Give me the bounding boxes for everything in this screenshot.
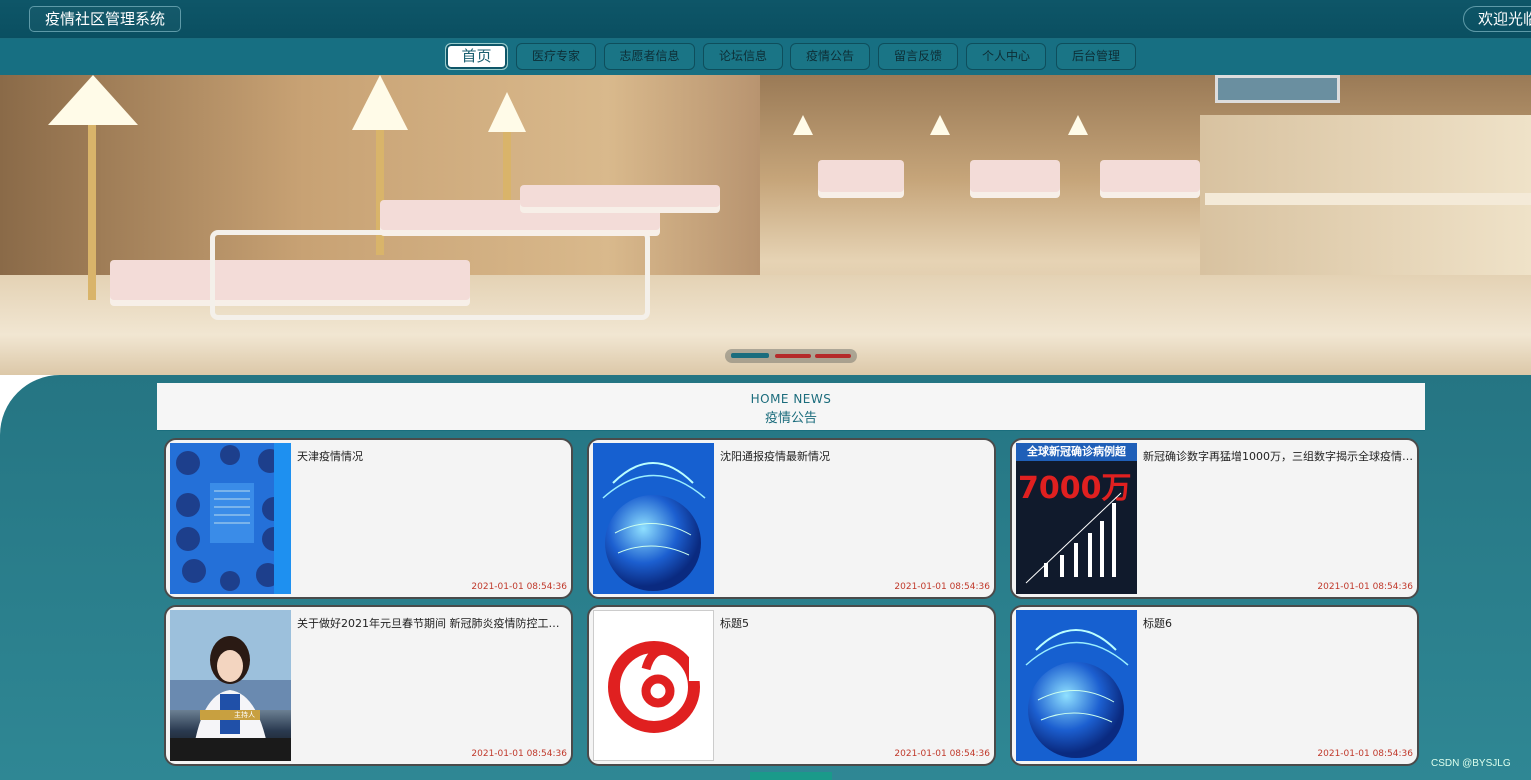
infographic-icon — [170, 443, 291, 594]
lamp-icon — [930, 115, 950, 135]
nav-item-feedback[interactable]: 留言反馈 — [878, 43, 958, 70]
news-thumbnail[interactable] — [593, 610, 714, 761]
top-bar: 疫情社区管理系统 欢迎光临 — [0, 0, 1531, 39]
lamp-icon — [352, 75, 408, 130]
news-time: 2021-01-01 08:54:36 — [1317, 582, 1413, 592]
carousel-dot-3[interactable] — [815, 354, 851, 358]
nav-item-personal-center[interactable]: 个人中心 — [966, 43, 1046, 70]
globe-icon — [1016, 610, 1137, 761]
news-title[interactable]: 标题6 — [1143, 615, 1415, 631]
news-card[interactable]: 标题5 2021-01-01 08:54:36 — [587, 605, 996, 766]
banner-tv-screen — [1215, 75, 1340, 103]
hero-banner[interactable] — [0, 75, 1531, 375]
bed — [970, 160, 1060, 192]
nav-item-announcements[interactable]: 疫情公告 — [790, 43, 870, 70]
bed — [818, 160, 904, 192]
lamp-icon — [1068, 115, 1088, 135]
news-time: 2021-01-01 08:54:36 — [471, 582, 567, 592]
bottom-tab[interactable] — [750, 772, 832, 780]
nav-item-medical-experts[interactable]: 医疗专家 — [516, 43, 596, 70]
section-title-cn: 疫情公告 — [764, 411, 817, 426]
carousel-indicator — [725, 349, 857, 363]
news-thumbnail[interactable] — [170, 443, 291, 594]
site-title[interactable]: 疫情社区管理系统 — [29, 6, 181, 32]
lamp-icon — [488, 92, 526, 132]
news-thumbnail[interactable] — [1016, 610, 1137, 761]
thumb-caption: 主持人 — [234, 711, 255, 719]
lamp-icon — [793, 115, 813, 135]
news-thumbnail[interactable] — [593, 443, 714, 594]
main-nav: 首页 医疗专家 志愿者信息 论坛信息 疫情公告 留言反馈 个人中心 后台管理 — [0, 39, 1531, 75]
news-title[interactable]: 关于做好2021年元旦春节期间 新冠肺炎疫情防控工作的… — [297, 615, 569, 631]
news-anchor-icon — [170, 610, 291, 761]
section-title-en: HOME NEWS — [750, 392, 832, 406]
nav-item-admin[interactable]: 后台管理 — [1056, 43, 1136, 70]
netease-music-logo-icon — [594, 611, 713, 760]
news-time: 2021-01-01 08:54:36 — [471, 749, 567, 759]
carousel-dot-2[interactable] — [775, 354, 811, 358]
news-thumbnail[interactable]: 全球新冠确诊病例超 7000万 — [1016, 443, 1137, 594]
carousel-dot-1[interactable] — [731, 353, 769, 358]
bed — [1100, 160, 1200, 192]
bed-rail — [210, 230, 650, 320]
watermark: CSDN @BYSJLG — [1431, 758, 1511, 769]
nav-item-forum[interactable]: 论坛信息 — [703, 43, 783, 70]
welcome-badge[interactable]: 欢迎光临 — [1463, 6, 1531, 32]
banner-handrail — [1205, 193, 1531, 205]
news-time: 2021-01-01 08:54:36 — [1317, 749, 1413, 759]
news-card[interactable]: 天津疫情情况 2021-01-01 08:54:36 — [164, 438, 573, 599]
news-time: 2021-01-01 08:54:36 — [894, 749, 990, 759]
news-title[interactable]: 新冠确诊数字再猛增1000万，三组数字揭示全球疫情现状 — [1143, 448, 1415, 464]
lamp-stand — [88, 125, 96, 300]
section-header: HOME NEWS 疫情公告 — [157, 383, 1425, 431]
nav-item-home[interactable]: 首页 — [445, 43, 508, 70]
news-thumbnail[interactable]: 主持人 — [170, 610, 291, 761]
lamp-icon — [48, 75, 138, 125]
globe-icon — [593, 443, 714, 594]
news-card[interactable]: 全球新冠确诊病例超 7000万 新冠确诊数字再猛增1000万，三组数字揭示全球疫… — [1010, 438, 1419, 599]
bed — [520, 185, 720, 207]
news-card[interactable]: 标题6 2021-01-01 08:54:36 — [1010, 605, 1419, 766]
bar-chart-icon — [1025, 492, 1122, 584]
news-title[interactable]: 标题5 — [720, 615, 992, 631]
news-title[interactable]: 天津疫情情况 — [297, 448, 569, 464]
news-time: 2021-01-01 08:54:36 — [894, 582, 990, 592]
news-card[interactable]: 沈阳通报疫情最新情况 2021-01-01 08:54:36 — [587, 438, 996, 599]
nav-item-volunteers[interactable]: 志愿者信息 — [604, 43, 695, 70]
news-title[interactable]: 沈阳通报疫情最新情况 — [720, 448, 992, 464]
news-card[interactable]: 主持人 关于做好2021年元旦春节期间 新冠肺炎疫情防控工作的… 2021-01… — [164, 605, 573, 766]
